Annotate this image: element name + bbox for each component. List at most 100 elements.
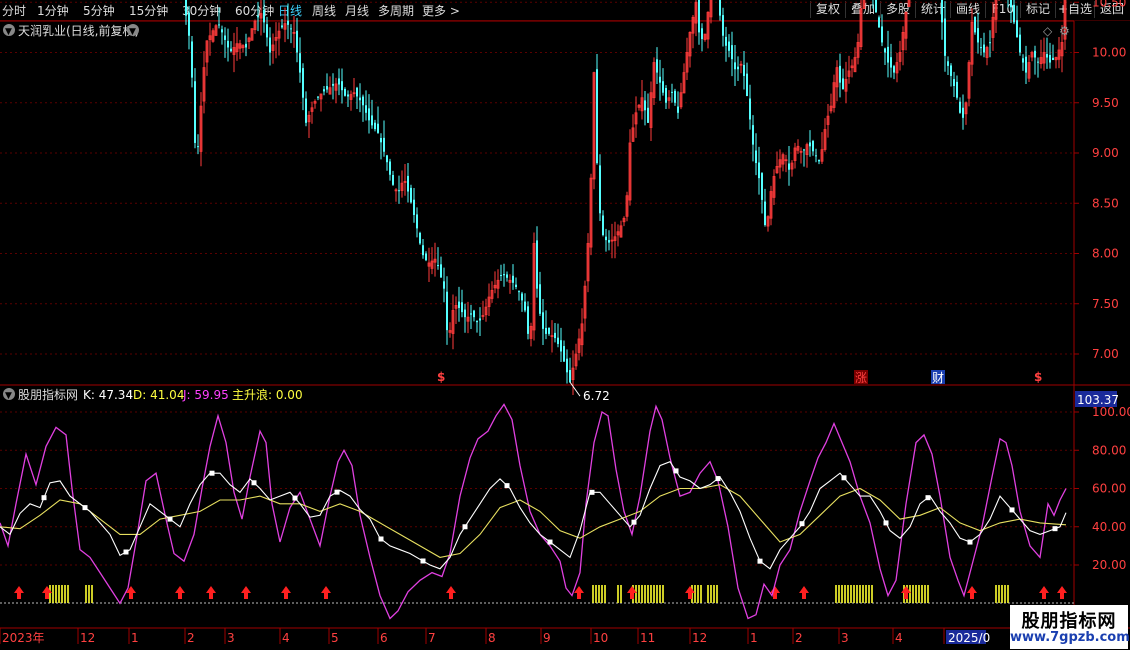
candle-body-down <box>263 9 265 23</box>
k-signal-marker <box>547 539 553 545</box>
candle-body-down <box>671 91 673 93</box>
date-label: 2023年 <box>2 631 45 645</box>
k-signal-marker <box>841 475 847 481</box>
date-label: 12 <box>80 631 95 645</box>
k-signal-marker <box>378 536 384 542</box>
dividend-marker-icon[interactable]: $ <box>437 370 445 384</box>
buy-arrow-icon <box>175 586 185 599</box>
buy-arrow-icon <box>685 586 695 599</box>
event-marker[interactable]: 财 <box>932 371 944 385</box>
date-label: 9 <box>543 631 551 645</box>
candle-body-down <box>476 320 478 323</box>
candle-body-down <box>1016 20 1018 38</box>
date-label: 5 <box>331 631 339 645</box>
candle-body-down <box>1046 54 1048 58</box>
date-label: 8 <box>488 631 496 645</box>
buy-arrow-icon <box>770 586 780 599</box>
candle-body-down <box>815 155 817 157</box>
date-label: 4 <box>282 631 290 645</box>
candle-body-down <box>197 146 199 148</box>
candle-body-down <box>227 40 229 48</box>
candle-body-down <box>647 107 649 123</box>
candle-body-down <box>1049 54 1051 63</box>
k-signal-marker <box>420 558 426 564</box>
k-signal-marker <box>41 495 47 501</box>
date-label: 11 <box>640 631 655 645</box>
candle-body-down <box>377 123 379 133</box>
candle-body-down <box>302 68 304 98</box>
indicator-tick-label: 20.00 <box>1092 558 1126 572</box>
candle-body-down <box>194 81 196 143</box>
candle-body-down <box>983 44 985 53</box>
candle-body-down <box>674 90 676 103</box>
k-signal-marker <box>1052 526 1058 532</box>
candle-body-down <box>941 0 943 23</box>
candle-body-down <box>185 0 187 16</box>
price-tick-label: 8.50 <box>1092 196 1119 210</box>
candle-body-down <box>365 105 367 113</box>
candle-body-down <box>371 115 373 126</box>
indicator-tick-label: 80.00 <box>1092 443 1126 457</box>
price-tick-label: 8.00 <box>1092 247 1119 261</box>
candle-body-down <box>599 165 601 214</box>
k-line <box>0 461 1067 570</box>
candle-body-down <box>596 69 598 164</box>
candle-body-down <box>296 30 298 53</box>
buy-arrow-icon <box>241 586 251 599</box>
k-signal-marker <box>967 539 973 545</box>
settings-icon[interactable]: ⚙ <box>1059 24 1070 38</box>
price-tick-label: 7.00 <box>1092 347 1119 361</box>
dividend-marker-icon[interactable]: $ <box>1034 370 1042 384</box>
candle-body-down <box>605 236 607 241</box>
candle-body-down <box>356 87 358 97</box>
candle-body-down <box>281 25 283 28</box>
candle-body-down <box>473 310 475 318</box>
candle-body-down <box>347 94 349 97</box>
candle-body-down <box>731 45 733 60</box>
candle-body-down <box>734 62 736 70</box>
candle-body-down <box>656 59 658 73</box>
j-value-label: J: 59.95 <box>182 388 229 402</box>
stock-chart[interactable]: 7.007.508.008.509.009.5010.0010.5011.001… <box>0 0 1130 650</box>
k-signal-marker <box>631 519 637 525</box>
candle-body-down <box>503 274 505 276</box>
candle-body-down <box>245 43 247 48</box>
candle-body-down <box>269 37 271 53</box>
candle-body-down <box>809 142 811 147</box>
d-line <box>0 484 1067 558</box>
k-signal-marker <box>209 470 215 476</box>
watermark-logo: 股朋指标网 www.7gpzb.com <box>1010 605 1130 649</box>
candle-body-down <box>524 301 526 311</box>
candle-body-down <box>842 78 844 90</box>
candle-body-down <box>386 155 388 163</box>
candle-body-down <box>188 12 190 36</box>
candle-body-down <box>746 73 748 97</box>
candle-body-down <box>719 0 721 16</box>
candle-body-down <box>368 108 370 121</box>
candle-body-down <box>422 245 424 256</box>
candle-body-down <box>266 24 268 38</box>
candle-body-down <box>752 125 754 145</box>
diamond-icon[interactable]: ◇ <box>1043 24 1053 38</box>
candle-body-down <box>398 190 400 192</box>
date-label: 1 <box>131 631 139 645</box>
k-signal-marker <box>123 549 129 555</box>
candle-body-down <box>416 214 418 229</box>
price-tick-label: 10.50 <box>1092 0 1126 9</box>
candle-body-down <box>755 150 757 164</box>
candle-body-down <box>545 327 547 334</box>
candle-body-down <box>962 107 964 118</box>
event-marker[interactable]: 涨 <box>855 370 867 385</box>
candle-body-down <box>701 28 703 40</box>
candle-body-down <box>959 101 961 113</box>
date-label: 12 <box>692 631 707 645</box>
candle-body-down <box>758 162 760 179</box>
kdj-indicator <box>0 403 1074 620</box>
candle-body-down <box>407 175 409 192</box>
buy-arrow-icon <box>446 586 456 599</box>
candle-body-down <box>698 0 700 33</box>
watermark-url: www.7gpzb.com <box>1010 630 1130 645</box>
candle-body-down <box>317 96 319 98</box>
buy-arrow-icon <box>1057 586 1067 599</box>
candle-body-down <box>950 65 952 76</box>
